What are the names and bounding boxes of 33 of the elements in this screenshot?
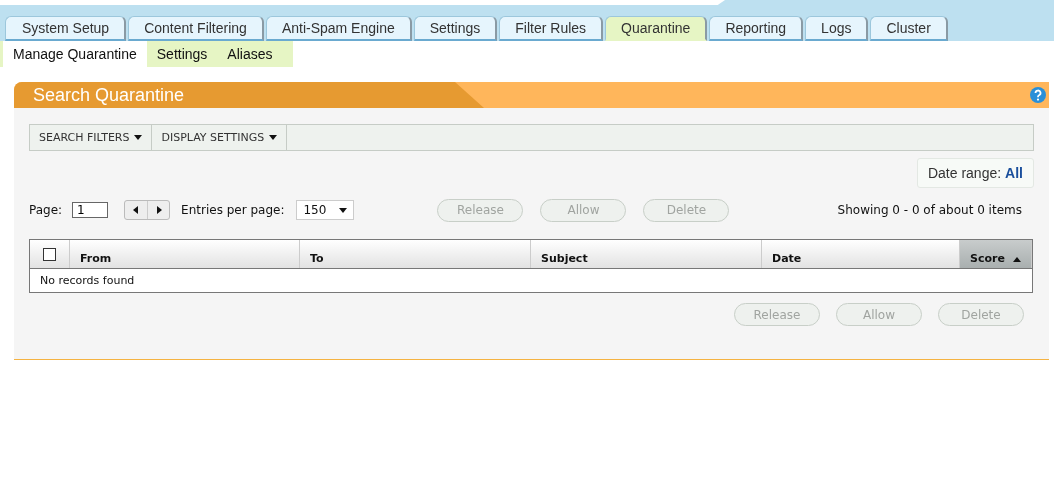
nav-tab[interactable]: Quarantine: [605, 16, 708, 41]
entries-label: Entries per page:: [181, 203, 285, 217]
caret-icon: [339, 207, 348, 213]
sort-arrow-icon: [1013, 257, 1021, 262]
nav-tab[interactable]: Filter Rules: [499, 16, 604, 41]
nav-tab[interactable]: Content Filtering: [128, 16, 264, 41]
entries-dropdown[interactable]: 150: [296, 200, 355, 220]
select-all-checkbox[interactable]: [43, 247, 56, 261]
help-icon[interactable]: [1030, 87, 1046, 103]
nav-tab[interactable]: Settings: [413, 16, 498, 41]
caret-icon: [134, 135, 143, 140]
date-range-label: Date range:: [927, 165, 1002, 181]
menu-button[interactable]: DISPLAY SETTINGS: [152, 125, 288, 150]
date-range-link[interactable]: All: [1005, 165, 1023, 181]
column-header[interactable]: Subject: [531, 240, 762, 268]
right-arrow-icon: [154, 206, 163, 214]
nav-tab[interactable]: Logs: [805, 16, 869, 41]
nav-tab[interactable]: Cluster: [870, 16, 948, 41]
nav-tab[interactable]: Anti-Spam Engine: [265, 16, 412, 41]
column-header[interactable]: Score: [960, 240, 1032, 268]
caret-icon: [269, 135, 278, 140]
page-field[interactable]: 1: [72, 202, 109, 218]
results-summary: Showing 0 - 0 of about 0 items: [837, 203, 1022, 217]
column-header[interactable]: To: [300, 240, 531, 268]
nav-tab[interactable]: Reporting: [709, 16, 804, 41]
menu-button[interactable]: SEARCH FILTERS: [30, 125, 153, 150]
column-header[interactable]: From: [70, 240, 300, 268]
nav-tab[interactable]: System Setup: [5, 16, 127, 41]
left-arrow-icon: [132, 206, 141, 214]
panel-title: Search Quarantine: [33, 84, 185, 106]
sub-tab[interactable]: Settings: [146, 41, 218, 67]
page-label: Page:: [29, 203, 63, 217]
empty-message: No records found: [30, 268, 1032, 292]
